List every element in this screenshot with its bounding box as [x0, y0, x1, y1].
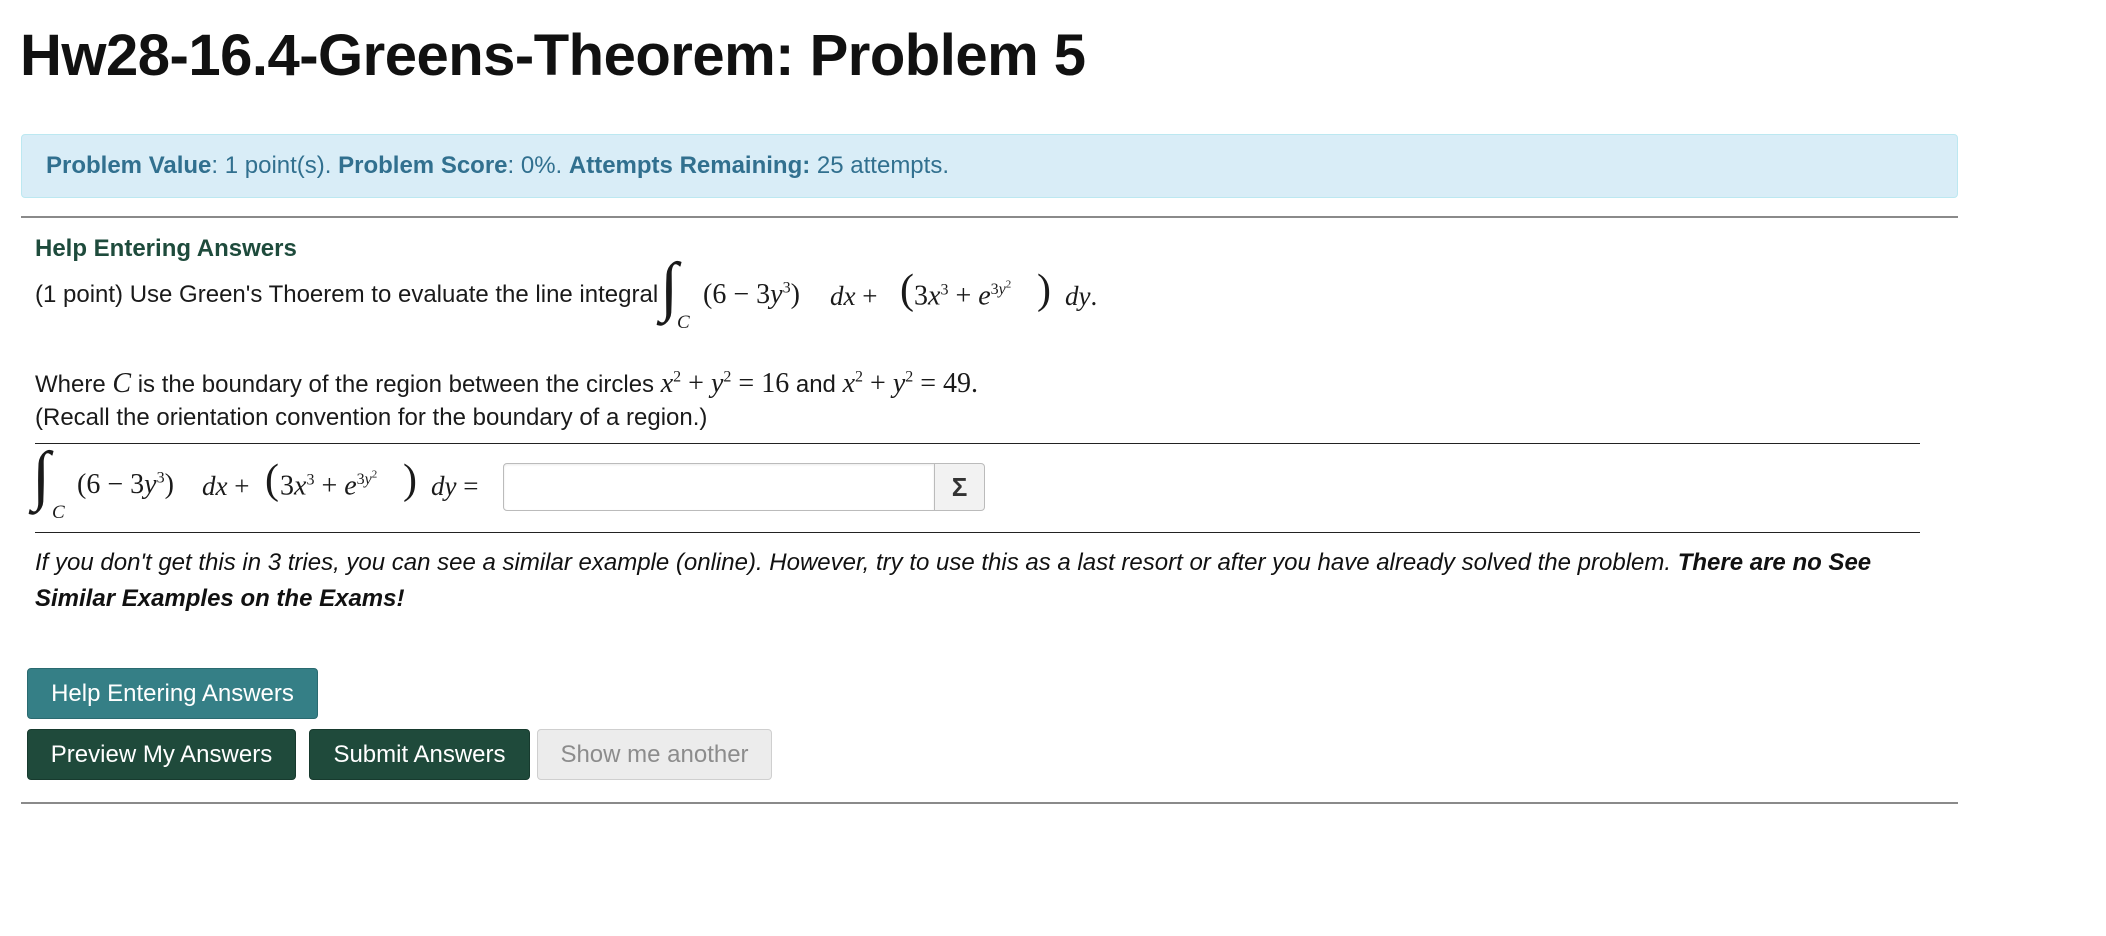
attempts-remaining-label: Attempts Remaining: — [568, 152, 811, 179]
curve-variable: C — [112, 368, 132, 399]
circle-equation-2: x2 + y2 = 49. — [842, 368, 979, 399]
top-divider — [21, 216, 1958, 218]
dx-term: dx + — [830, 281, 878, 311]
preview-answers-button[interactable]: Preview My Answers — [27, 729, 296, 780]
problem-page: Hw28-16.4-Greens-Theorem: Problem 5 Prob… — [0, 0, 2106, 936]
answer-top-divider — [35, 443, 1920, 444]
integrand-q: 3x3 + e3y2 — [914, 279, 1012, 312]
where-prefix: Where — [35, 371, 106, 398]
integral-subscript: C — [677, 312, 690, 333]
equation-editor-button[interactable]: Σ — [935, 463, 985, 511]
answer-dx-term: dx + — [202, 471, 250, 501]
answer-dy-term: dy = — [431, 471, 479, 501]
integrand-p: (6 − 3y3) — [703, 279, 800, 310]
bottom-divider — [21, 802, 1958, 804]
answer-paren-open: ( — [265, 457, 279, 503]
paren-open: ( — [900, 267, 914, 313]
problem-statement: (1 point) Use Green's Thoerem to evaluat… — [35, 281, 658, 309]
integral-sign: ∫ — [660, 250, 679, 323]
similar-example-note: If you don't get this in 3 tries, you ca… — [35, 545, 1915, 617]
problem-info-box: Problem Value: 1 point(s). Problem Score… — [21, 134, 1958, 198]
problem-score-text: : 0%. — [507, 152, 569, 179]
circle-2-rhs: 49 — [943, 368, 972, 399]
answer-integrand-p: (6 − 3y3) — [77, 469, 174, 500]
page-title: Hw28-16.4-Greens-Theorem: Problem 5 — [20, 23, 1086, 88]
submit-answers-button[interactable]: Submit Answers — [309, 729, 530, 780]
answer-integral-subscript: C — [52, 502, 65, 523]
answer-input[interactable] — [503, 463, 935, 511]
circle-equation-1: x2 + y2 = 16 — [660, 368, 790, 399]
where-mid: is the boundary of the region between th… — [137, 371, 655, 398]
problem-score-label: Problem Score — [338, 152, 508, 179]
orientation-recall: (Recall the orientation convention for t… — [35, 404, 708, 431]
note-italic: If you don't get this in 3 tries, you ca… — [35, 549, 1672, 576]
answer-paren-close: ) — [403, 457, 417, 503]
attempts-remaining-text: 25 attempts. — [810, 152, 949, 179]
paren-close: ) — [1037, 267, 1051, 313]
region-description: Where C is the boundary of the region be… — [35, 368, 978, 400]
problem-value-text: : 1 point(s). — [211, 152, 339, 179]
answer-bottom-divider — [35, 532, 1920, 533]
circle-1-rhs: 16 — [761, 368, 790, 399]
and-word: and — [795, 371, 836, 398]
problem-intro: (1 point) Use Green's Thoerem to evaluat… — [35, 281, 659, 308]
problem-value-label: Problem Value — [46, 152, 212, 179]
dy-term: dy. — [1065, 281, 1098, 311]
answer-integrand-q: 3x3 + e3y2 — [280, 469, 378, 502]
help-heading: Help Entering Answers — [35, 235, 297, 262]
show-me-another-button[interactable]: Show me another — [537, 729, 772, 780]
help-entering-answers-button[interactable]: Help Entering Answers — [27, 668, 318, 719]
answer-integral-sign: ∫ — [32, 439, 51, 512]
